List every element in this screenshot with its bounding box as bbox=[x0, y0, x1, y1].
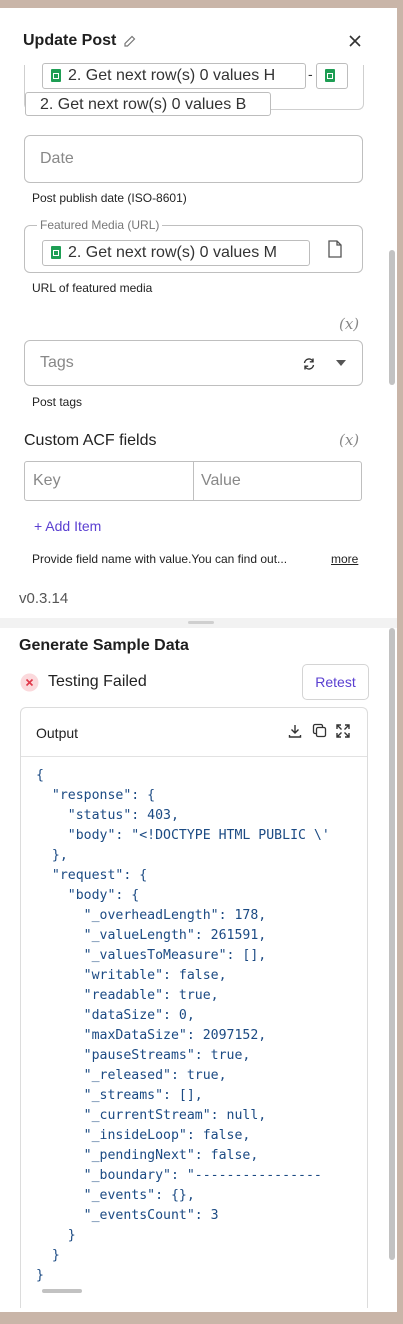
output-scrollbar-thumb[interactable] bbox=[389, 628, 395, 1260]
variable-toggle-icon[interactable]: (x) bbox=[339, 431, 359, 449]
tags-select[interactable]: Tags bbox=[24, 340, 363, 386]
mapping-chip[interactable]: 2. Get next row(s) 0 values H bbox=[42, 63, 306, 89]
featured-media-helper: URL of featured media bbox=[32, 281, 153, 295]
featured-media-field[interactable]: 2. Get next row(s) 0 values M bbox=[24, 225, 363, 273]
featured-media-legend: Featured Media (URL) bbox=[37, 218, 163, 232]
file-icon[interactable] bbox=[327, 240, 343, 258]
sample-data-title: Generate Sample Data bbox=[19, 637, 189, 654]
splitter-handle[interactable] bbox=[188, 621, 214, 624]
error-icon bbox=[20, 673, 39, 692]
more-link[interactable]: more bbox=[331, 552, 358, 566]
custom-acf-label: Custom ACF fields bbox=[24, 432, 157, 449]
mapping-chip[interactable] bbox=[316, 63, 348, 89]
scrollbar-thumb[interactable] bbox=[389, 250, 395, 385]
mapping-chip[interactable]: 2. Get next row(s) 0 values B bbox=[25, 92, 271, 116]
google-sheets-icon bbox=[51, 69, 61, 82]
panel-splitter[interactable] bbox=[0, 618, 397, 628]
add-item-button[interactable]: + Add Item bbox=[34, 518, 101, 534]
google-sheets-icon bbox=[51, 246, 61, 259]
retest-button[interactable]: Retest bbox=[302, 664, 369, 700]
acf-key-input[interactable]: Key bbox=[25, 462, 194, 500]
date-input[interactable]: Date bbox=[24, 135, 363, 183]
acf-helper-text: Provide field name with value.You can fi… bbox=[32, 552, 288, 566]
output-json: { "response": { "status": 403, "body": "… bbox=[36, 768, 330, 1283]
refresh-icon[interactable] bbox=[302, 357, 316, 371]
close-icon[interactable] bbox=[348, 34, 362, 48]
acf-value-input[interactable]: Value bbox=[194, 462, 361, 500]
chip-separator: - bbox=[308, 66, 313, 82]
google-sheets-icon bbox=[325, 69, 335, 82]
variable-toggle-icon[interactable]: (x) bbox=[339, 315, 359, 333]
tags-helper-text: Post tags bbox=[32, 395, 83, 409]
copy-icon[interactable] bbox=[312, 723, 327, 738]
content-mapping-field[interactable]: 2. Get next row(s) 0 values H - 2. Get n… bbox=[24, 63, 364, 116]
panel-title: Update Post bbox=[23, 32, 117, 49]
output-label: Output bbox=[36, 725, 79, 741]
test-status-text: Testing Failed bbox=[48, 673, 147, 690]
horizontal-scrollbar-thumb[interactable] bbox=[42, 1289, 82, 1293]
download-icon[interactable] bbox=[288, 724, 302, 738]
expand-icon[interactable] bbox=[336, 724, 350, 738]
acf-key-value-row: Key Value bbox=[24, 461, 362, 501]
date-helper-text: Post publish date (ISO-8601) bbox=[32, 191, 187, 205]
mapping-chip[interactable]: 2. Get next row(s) 0 values M bbox=[42, 240, 310, 266]
version-label: v0.3.14 bbox=[19, 590, 69, 607]
edit-pencil-icon[interactable] bbox=[122, 33, 136, 49]
step-config-panel: Update Post 2. Get next row(s) 0 values … bbox=[0, 8, 397, 618]
chevron-down-icon[interactable] bbox=[336, 360, 346, 366]
